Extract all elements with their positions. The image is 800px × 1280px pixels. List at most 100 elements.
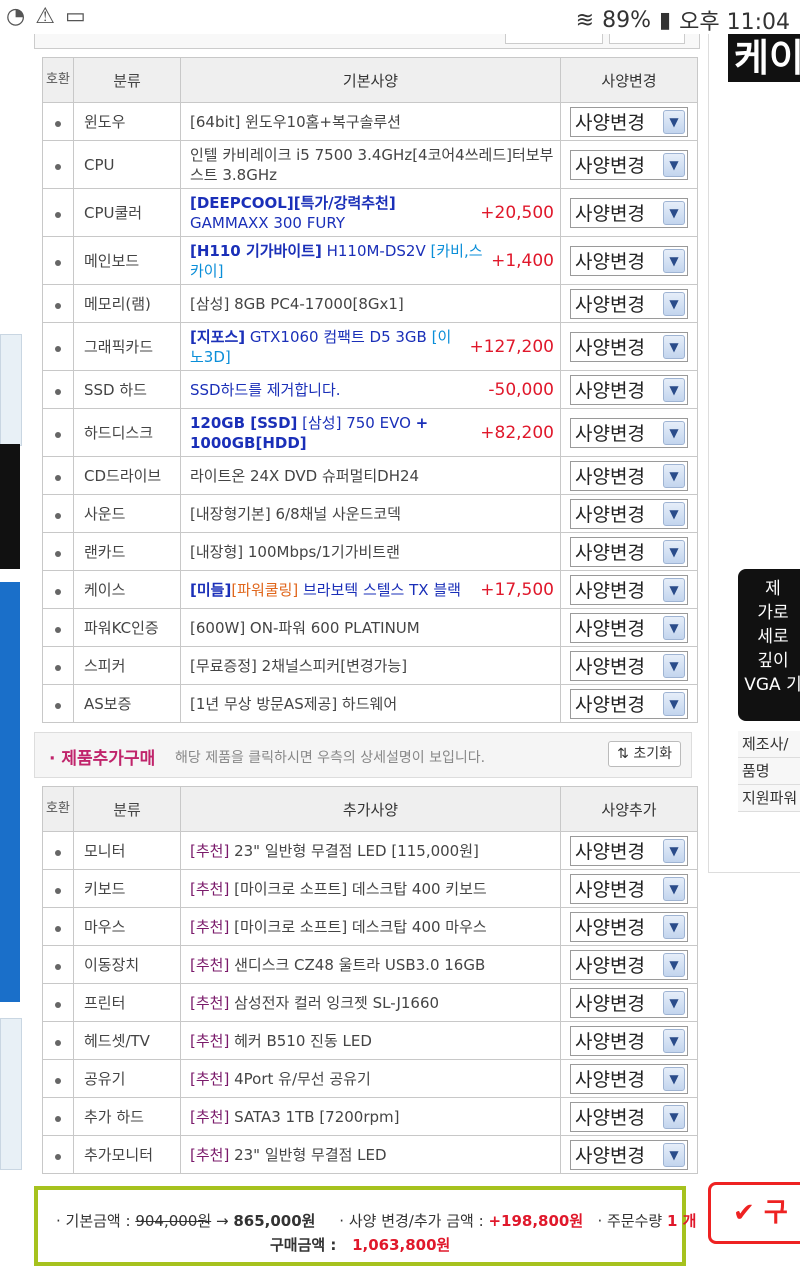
chevron-down-icon[interactable]: ▼ <box>663 615 685 640</box>
spec-add-select[interactable]: 사양변경 ▼ <box>570 949 688 980</box>
chevron-down-icon[interactable]: ▼ <box>663 200 685 225</box>
chevron-down-icon[interactable]: ▼ <box>663 152 685 177</box>
spec-change-select[interactable]: 사양변경 ▼ <box>570 197 688 228</box>
spec-text: [지포스] GTX1060 컴팩트 D5 3GB [이노3D] <box>190 327 463 367</box>
chevron-down-icon[interactable]: ▼ <box>663 1028 685 1053</box>
spec-cell[interactable]: [추천] 4Port 유/무선 공유기 <box>180 1059 561 1098</box>
chevron-down-icon[interactable]: ▼ <box>663 109 685 134</box>
table-row: 공유기 [추천] 4Port 유/무선 공유기 사양변경 ▼ <box>42 1059 698 1098</box>
spec-add-select[interactable]: 사양변경 ▼ <box>570 911 688 942</box>
spec-cell[interactable]: [삼성] 8GB PC4-17000[8Gx1] <box>180 284 561 323</box>
spec-cell[interactable]: [추천] SATA3 1TB [7200rpm] <box>180 1097 561 1136</box>
promo-line: 가로 <box>757 603 789 623</box>
chevron-down-icon[interactable]: ▼ <box>663 914 685 939</box>
spec-cell[interactable]: SSD하드를 제거합니다. -50,000 <box>180 370 561 409</box>
price-delta: +1,400 <box>491 250 554 271</box>
spec-add-select[interactable]: 사양변경 ▼ <box>570 1101 688 1132</box>
spec-cell[interactable]: [DEEPCOOL][특가/강력추천] GAMMAXX 300 FURY +20,… <box>180 188 561 237</box>
compat-cell <box>42 1097 74 1136</box>
spec-add-select[interactable]: 사양변경 ▼ <box>570 1025 688 1056</box>
chevron-down-icon[interactable]: ▼ <box>663 377 685 402</box>
spec-add-select[interactable]: 사양변경 ▼ <box>570 987 688 1018</box>
spec-change-cell: 사양변경 ▼ <box>560 236 698 285</box>
spec-change-select[interactable]: 사양변경 ▼ <box>570 498 688 529</box>
top-button[interactable] <box>505 34 603 44</box>
chevron-down-icon[interactable]: ▼ <box>663 1142 685 1167</box>
spec-cell[interactable]: [내장형기본] 6/8채널 사운드코덱 <box>180 494 561 533</box>
chevron-down-icon[interactable]: ▼ <box>663 420 685 445</box>
chevron-down-icon[interactable]: ▼ <box>663 876 685 901</box>
chevron-down-icon[interactable]: ▼ <box>663 1066 685 1091</box>
chevron-down-icon[interactable]: ▼ <box>663 291 685 316</box>
spec-segment: H110M-DS2V <box>321 241 431 260</box>
spec-change-select[interactable]: 사양변경 ▼ <box>570 574 688 605</box>
spec-cell[interactable]: 인텔 카비레이크 i5 7500 3.4GHz[4코어4쓰레드]터보부스트 3.… <box>180 140 561 189</box>
chevron-down-icon[interactable]: ▼ <box>663 990 685 1015</box>
spec-change-select[interactable]: 사양변경 ▼ <box>570 331 688 362</box>
spec-add-select[interactable]: 사양변경 ▼ <box>570 835 688 866</box>
spec-cell[interactable]: [64bit] 윈도우10홈+복구솔루션 <box>180 102 561 141</box>
reset-button[interactable]: ⇅ 초기화 <box>608 741 681 767</box>
chevron-down-icon[interactable]: ▼ <box>663 501 685 526</box>
spec-cell[interactable]: [내장형] 100Mbps/1기가비트랜 <box>180 532 561 571</box>
compat-cell <box>42 140 74 189</box>
chevron-down-icon[interactable]: ▼ <box>663 691 685 716</box>
spec-cell[interactable]: [추천] 삼성전자 컬러 잉크젯 SL-J1660 <box>180 983 561 1022</box>
spec-change-select[interactable]: 사양변경 ▼ <box>570 374 688 405</box>
select-label: 사양변경 <box>575 841 645 863</box>
spec-change-select[interactable]: 사양변경 ▼ <box>570 536 688 567</box>
spec-cell[interactable]: [600W] ON-파워 600 PLATINUM <box>180 608 561 647</box>
spec-cell[interactable]: [추천] 헤커 B510 진동 LED <box>180 1021 561 1060</box>
chevron-down-icon[interactable]: ▼ <box>663 952 685 977</box>
product-info: 제조사/ 품명 지원파워 <box>738 731 800 812</box>
spec-cell[interactable]: [추천] 23" 일반형 무결점 LED [115,000원] <box>180 831 561 870</box>
base-price-label: · 기본금액 : <box>56 1212 131 1230</box>
promo-line: VGA 기 <box>744 675 800 695</box>
spec-add-select[interactable]: 사양변경 ▼ <box>570 1063 688 1094</box>
spec-change-select[interactable]: 사양변경 ▼ <box>570 460 688 491</box>
spec-cell[interactable]: [추천] [마이크로 소프트] 데스크탑 400 키보드 <box>180 869 561 908</box>
spec-change-select[interactable]: 사양변경 ▼ <box>570 417 688 448</box>
spec-change-select[interactable]: 사양변경 ▼ <box>570 149 688 180</box>
chevron-down-icon[interactable]: ▼ <box>663 248 685 273</box>
bullet-icon <box>55 431 61 438</box>
spec-change-select[interactable]: 사양변경 ▼ <box>570 245 688 276</box>
spec-change-select[interactable]: 사양변경 ▼ <box>570 106 688 137</box>
spec-cell[interactable]: [1년 무상 방문AS제공] 하드웨어 <box>180 684 561 723</box>
table-row: 키보드 [추천] [마이크로 소프트] 데스크탑 400 키보드 사양변경 ▼ <box>42 869 698 908</box>
spec-cell[interactable]: [미들][파워쿨링] 브라보텍 스텔스 TX 블랙 +17,500 <box>180 570 561 609</box>
category-cell: 모니터 <box>73 831 181 870</box>
chevron-down-icon[interactable]: ▼ <box>663 539 685 564</box>
spec-cell[interactable]: 라이트온 24X DVD 슈퍼멀티DH24 <box>180 456 561 495</box>
top-button[interactable] <box>609 34 685 44</box>
chevron-down-icon[interactable]: ▼ <box>663 577 685 602</box>
spec-cell[interactable]: [추천] [마이크로 소프트] 데스크탑 400 마우스 <box>180 907 561 946</box>
spec-change-select[interactable]: 사양변경 ▼ <box>570 688 688 719</box>
spec-cell[interactable]: 120GB [SSD] [삼성] 750 EVO + 1000GB[HDD] +8… <box>180 408 561 457</box>
spec-cell[interactable]: [지포스] GTX1060 컴팩트 D5 3GB [이노3D] +127,200 <box>180 322 561 371</box>
table-row: 그래픽카드 [지포스] GTX1060 컴팩트 D5 3GB [이노3D] +127… <box>42 322 698 371</box>
chevron-down-icon[interactable]: ▼ <box>663 838 685 863</box>
spec-change-cell: 사양변경 ▼ <box>560 570 698 609</box>
spec-cell[interactable]: [H110 기가바이트] H110M-DS2V [카비,스카이] +1,400 <box>180 236 561 285</box>
spec-add-select[interactable]: 사양변경 ▼ <box>570 873 688 904</box>
chevron-down-icon[interactable]: ▼ <box>663 463 685 488</box>
select-label: 사양변경 <box>575 1031 645 1053</box>
spec-change-select[interactable]: 사양변경 ▼ <box>570 288 688 319</box>
price-delta: -50,000 <box>488 379 554 400</box>
spec-cell[interactable]: [추천] 23" 일반형 무결점 LED <box>180 1135 561 1174</box>
buy-button[interactable]: ✔ 구 <box>708 1182 800 1244</box>
chevron-down-icon[interactable]: ▼ <box>663 1104 685 1129</box>
chevron-down-icon[interactable]: ▼ <box>663 653 685 678</box>
spec-cell[interactable]: [무료증정] 2채널스피커[변경가능] <box>180 646 561 685</box>
compat-cell <box>42 408 74 457</box>
spec-cell[interactable]: [추천] 샌디스크 CZ48 울트라 USB3.0 16GB <box>180 945 561 984</box>
spec-change-select[interactable]: 사양변경 ▼ <box>570 612 688 643</box>
chevron-down-icon[interactable]: ▼ <box>663 334 685 359</box>
spec-change-select[interactable]: 사양변경 ▼ <box>570 650 688 681</box>
spec-add-select[interactable]: 사양변경 ▼ <box>570 1139 688 1170</box>
right-banner[interactable]: 케이 <box>728 34 800 82</box>
promo-box[interactable]: 제 가로 세로 깊이 VGA 기 <box>738 569 800 721</box>
arrow-icon: → <box>215 1212 229 1230</box>
category-cell: 키보드 <box>73 869 181 908</box>
